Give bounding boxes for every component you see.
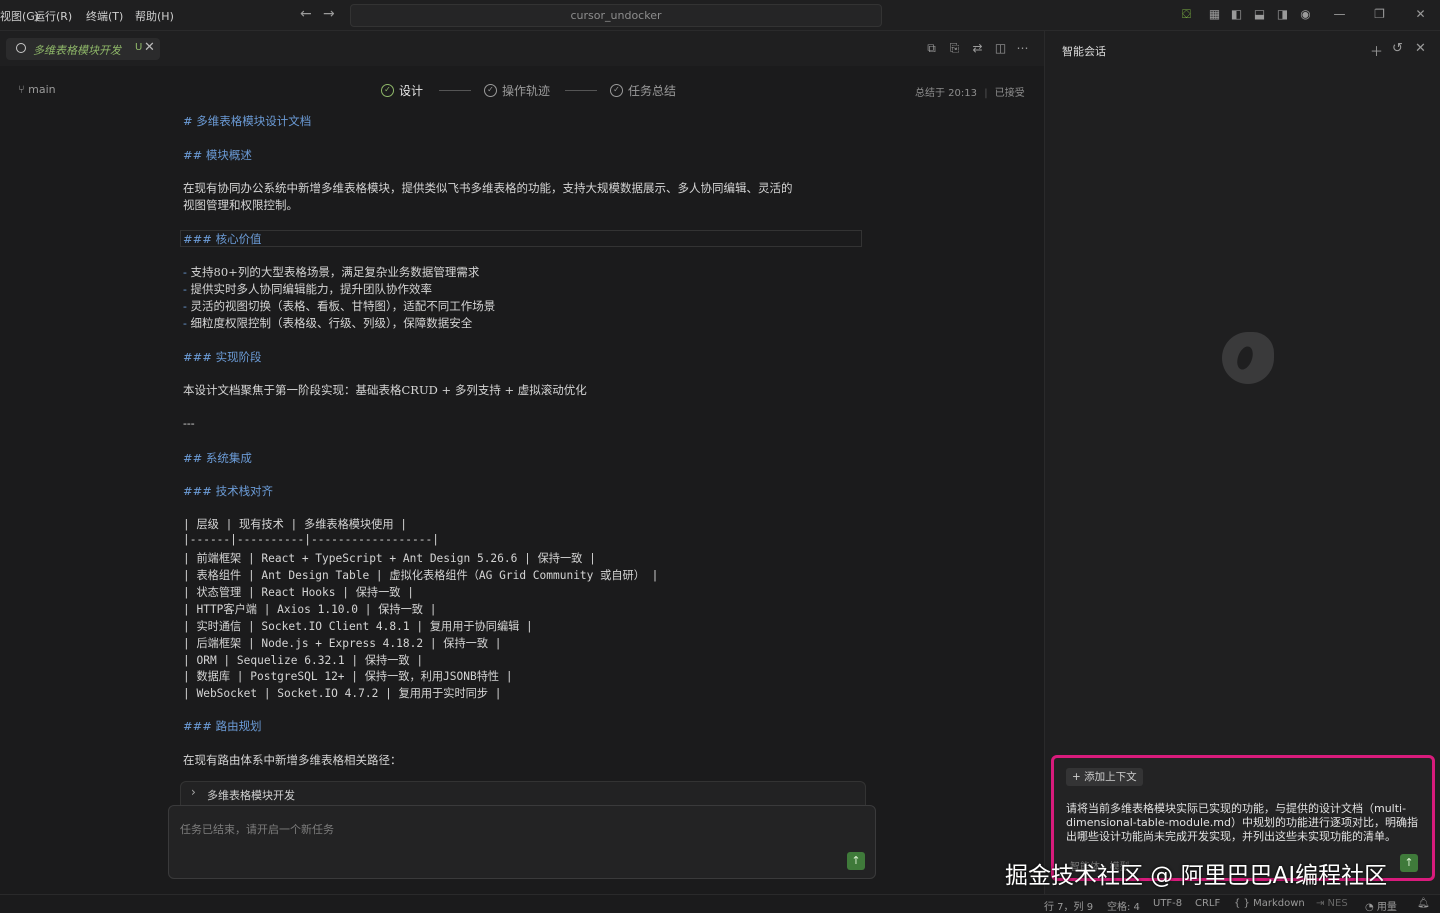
chat-send-icon[interactable]: ↑ [1400,854,1418,872]
layout-grid-icon[interactable]: ▦ [1207,7,1222,22]
gift-icon[interactable]: ⛋ [1179,7,1194,22]
panel-title: 智能会话 [1062,45,1106,58]
step-design[interactable]: ✓ 设计 [381,82,423,99]
branch-indicator[interactable]: ⑂ main [18,83,56,96]
editor-tab[interactable]: 多维表格模块开发 U ✕ [6,38,160,60]
list-item: - 提供实时多人协同编辑能力，提升团队协作效率 [183,282,433,296]
heading-integration: ## 系统集成 [183,451,252,465]
watermark: 掘金技术社区 @ 阿里巴巴AI编程社区 [1005,863,1388,889]
open-file-icon[interactable]: ⎘ [947,41,962,56]
send-icon[interactable]: ↑ [847,852,865,870]
close-window-icon[interactable]: ✕ [1413,7,1428,22]
bell-icon[interactable]: 🔔︎ [1417,898,1430,909]
sidebar-left-icon[interactable]: ◧ [1229,7,1244,22]
step-label: 操作轨迹 [502,84,551,98]
step-label: 任务总结 [628,84,677,98]
heading-phase: ### 实现阶段 [183,350,262,364]
preview-icon[interactable]: ⧉ [924,41,939,56]
step-connector [565,90,597,91]
table-row: | 状态管理 | React Hooks | 保持一致 | [183,586,414,599]
account-icon[interactable]: ◉ [1298,7,1313,22]
step-label: 设计 [399,84,424,98]
tab-close-icon[interactable]: ✕ [144,40,155,55]
table-row: | WebSocket | Socket.IO 4.7.2 | 复用用于实时同步… [183,687,502,700]
more-actions-icon[interactable]: ⋯ [1015,41,1030,56]
minimize-icon[interactable]: — [1332,7,1347,22]
task-icon [16,43,26,53]
menu-run[interactable]: 运行(R) [34,8,72,24]
close-panel-icon[interactable]: ✕ [1415,41,1426,56]
tab-title: 多维表格模块开发 [33,44,121,57]
tab-status: U [135,42,143,53]
new-chat-icon[interactable]: ＋ [1370,41,1383,60]
back-arrow-icon[interactable]: ← [300,6,312,22]
step-trace[interactable]: ✓ 操作轨迹 [484,82,550,99]
status-bar: 行 7，列 9 空格: 4 UTF-8 CRLF { } Markdown ⇥ … [0,894,1440,913]
history-icon[interactable]: ↺ [1392,41,1403,56]
split-editor-icon[interactable]: ◫ [993,41,1008,56]
step-connector [439,90,471,91]
search-label: cursor_undocker [570,9,662,22]
step-summary[interactable]: ✓ 任务总结 [610,82,676,99]
command-search[interactable]: cursor_undocker [350,4,882,27]
encoding[interactable]: UTF-8 [1153,898,1182,909]
title-bar: 视图(G) 运行(R) 终端(T) 帮助(H) ← → cursor_undoc… [0,0,1440,31]
check-circle-icon: ✓ [381,84,394,97]
table-row: | 层级 | 现有技术 | 多维表格模块使用 | [183,518,407,531]
phase-text: 本设计文档聚焦于第一阶段实现：基础表格CRUD + 多列支持 + 虚拟滚动优化 [183,383,587,397]
add-context-button[interactable]: + 添加上下文 [1066,768,1143,786]
forward-arrow-icon[interactable]: → [323,6,335,22]
overview-text-2: 视图管理和权限控制。 [183,198,298,212]
task-input[interactable]: 任务已结束，请开启一个新任务 ↑ [168,805,876,879]
branch-name: main [28,83,56,96]
usage-icon: ◔ [1365,902,1374,913]
heading-stack: ### 技术栈对齐 [183,484,274,498]
heading-overview: ## 模块概述 [183,148,252,162]
assistant-logo-icon [1222,332,1274,384]
summary-status: 总结于 20:13 | 已接受 [915,88,1025,99]
summary-state: 已接受 [994,88,1025,99]
table-row: | 数据库 | PostgreSQL 12+ | 保持一致，利用JSONB特性 … [183,670,513,683]
line-ending[interactable]: CRLF [1195,898,1220,909]
table-row: | 前端框架 | React + TypeScript + Ant Design… [183,552,596,565]
table-row: | HTTP客户端 | Axios 1.10.0 | 保持一致 | [183,603,437,616]
check-circle-icon: ✓ [484,84,497,97]
panel-bottom-icon[interactable]: ⬓ [1252,7,1267,22]
task-placeholder: 任务已结束，请开启一个新任务 [180,823,334,836]
compare-icon[interactable]: ⇄ [970,41,985,56]
overview-text-1: 在现有协同办公系统中新增多维表格模块，提供类似飞书多维表格的功能，支持大规模数据… [183,181,793,195]
table-row: | ORM | Sequelize 6.32.1 | 保持一致 | [183,654,424,667]
nes-indicator[interactable]: ⇥ NES [1316,898,1348,909]
menu-help[interactable]: 帮助(H) [135,8,174,24]
table-row: | 表格组件 | Ant Design Table | 虚拟化表格组件（AG G… [183,569,659,582]
list-item: - 细粒度权限控制（表格级、行级、列级），保障数据安全 [183,316,473,330]
sidebar-right-icon[interactable]: ◨ [1275,7,1290,22]
restore-icon[interactable]: ❐ [1372,7,1387,22]
route-text: 在现有路由体系中新增多维表格相关路径： [183,753,402,767]
cursor-line-highlight [180,230,862,247]
language-mode[interactable]: { } Markdown [1234,898,1305,909]
heading-route: ### 路由规划 [183,719,262,733]
task-header[interactable]: › 多维表格模块开发 [180,781,866,807]
task-title: 多维表格模块开发 [207,789,295,802]
indent-setting[interactable]: 空格: 4 [1107,898,1140,913]
heading-core-value: ### 核心价值 [183,232,262,246]
cursor-position[interactable]: 行 7，列 9 [1044,898,1093,913]
chevron-right-icon: › [191,785,196,799]
branch-icon: ⑂ [18,83,25,96]
check-circle-icon: ✓ [610,84,623,97]
summary-time: 总结于 20:13 [915,88,977,99]
horizontal-rule: --- [183,416,195,430]
usage-indicator[interactable]: ◔ 用量 [1365,898,1397,913]
list-item: - 灵活的视图切换（表格、看板、甘特图），适配不同工作场景 [183,299,496,313]
menu-terminal[interactable]: 终端(T) [86,8,123,24]
list-item: - 支持80+列的大型表格场景，满足复杂业务数据管理需求 [183,265,480,279]
doc-title: # 多维表格模块设计文档 [183,114,312,128]
chat-message-text[interactable]: 请将当前多维表格模块实际已实现的功能，与提供的设计文档（multi-dimens… [1066,802,1422,844]
table-row: |------|----------|------------------| [183,533,439,546]
table-row: | 实时通信 | Socket.IO Client 4.8.1 | 复用用于协同… [183,620,533,633]
table-row: | 后端框架 | Node.js + Express 4.18.2 | 保持一致… [183,637,502,650]
